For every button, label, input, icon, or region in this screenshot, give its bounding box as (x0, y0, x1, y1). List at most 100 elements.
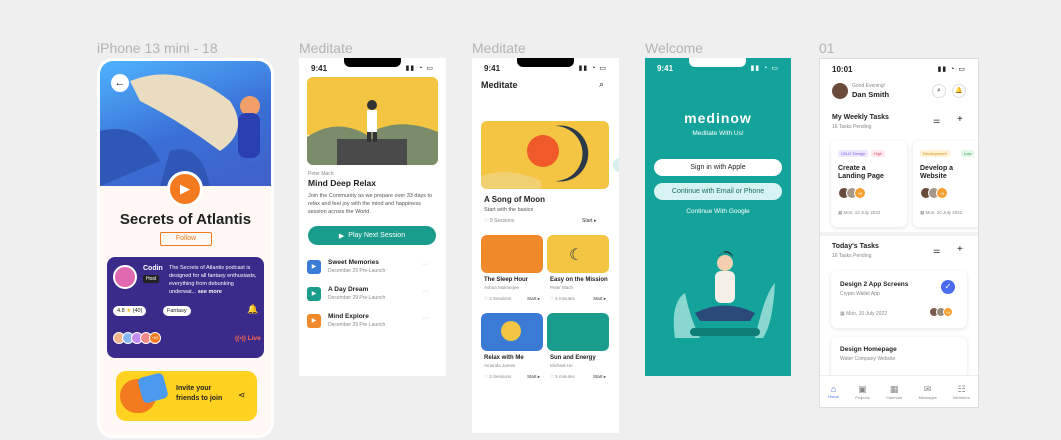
session-list-item[interactable]: ▶ Mind Explore December 29 Pre-Launch ··· (307, 312, 438, 332)
session-title: Mind Deep Relax (308, 178, 377, 188)
sign-in-apple-button[interactable]: Sign in with Apple (654, 159, 782, 176)
meditation-card[interactable] (547, 313, 609, 351)
frame-label: Meditate (299, 40, 353, 56)
status-icons: ▮▮ ◔ ▭ (578, 65, 607, 72)
weekly-task-card[interactable]: Development Low Develop a Website +5 ▦ Mon, … (913, 141, 978, 227)
avatar (113, 265, 137, 289)
meditation-illustration (673, 251, 775, 338)
nav-label: Home (828, 394, 839, 399)
follow-button[interactable]: Follow (160, 232, 212, 246)
moon-icon: ☾ (569, 247, 584, 264)
card-title: The Sleep Hour (484, 277, 529, 283)
more-icon[interactable]: ··· (422, 315, 429, 322)
play-icon[interactable]: ▶ (307, 314, 321, 328)
notch (517, 58, 574, 67)
more-icon[interactable]: ··· (422, 288, 429, 295)
author: Peter Mach (308, 171, 334, 177)
nav-item-messages[interactable]: ✉ Messages (919, 384, 937, 400)
heart-icon[interactable]: ♡ (484, 218, 488, 224)
nav-label: Calendar (885, 394, 903, 400)
frame-label: Meditate (472, 40, 526, 56)
add-icon[interactable]: + (957, 244, 963, 255)
card-start-link[interactable]: Start ▸ (527, 296, 540, 302)
bell-icon[interactable]: 🔔 (247, 304, 258, 315)
card-start-link[interactable]: Start ▸ (527, 374, 540, 380)
status-time: 9:41 (311, 64, 328, 73)
nav-icon: ✉ (923, 383, 932, 394)
play-button[interactable]: ▶ (167, 171, 203, 207)
card-meta: ♡ 5 minutes (550, 374, 575, 379)
play-icon[interactable]: ▶ (307, 260, 321, 274)
filter-icon[interactable]: ⚌ (933, 116, 940, 125)
session-list-item[interactable]: ▶ A Day Dream December 29 Pre-Launch ··· (307, 285, 438, 305)
nav-item-members[interactable]: ☷ Members (953, 384, 970, 400)
check-icon[interactable]: ✓ (941, 280, 955, 294)
nav-label: Projects (855, 394, 870, 400)
status-icons: ▮▮ ◔ ▭ (405, 65, 434, 72)
add-icon[interactable]: + (957, 114, 963, 125)
task-subtitle: Water Company Website (840, 356, 896, 362)
meditation-card[interactable] (481, 235, 543, 273)
card-author: Micheal Hu (550, 363, 573, 368)
continue-google-link[interactable]: Continue With Google (645, 208, 791, 215)
nav-label: Members (953, 394, 970, 400)
continue-email-button[interactable]: Continue with Email or Phone (654, 183, 782, 200)
play-next-session-button[interactable]: ▶ Play Next Session (308, 226, 436, 245)
nav-item-home[interactable]: ⌂ Home (828, 384, 839, 399)
nav-item-projects[interactable]: ▣ Projects (855, 384, 869, 400)
see-more-link[interactable]: see more (198, 289, 222, 295)
nav-icon: ▣ (858, 383, 867, 394)
filter-chip[interactable]: Noven (613, 158, 619, 172)
card-start-link[interactable]: Start ▸ (593, 374, 606, 380)
session-item-subtitle: December 29 Pre-Launch (328, 295, 386, 301)
featured-title: A Song of Moon (484, 195, 546, 204)
nav-item-calendar[interactable]: ▦ Calendar (886, 384, 902, 400)
featured-start-link[interactable]: Start ▸ (582, 218, 596, 224)
play-icon: ▶ (338, 232, 345, 240)
task-title: Develop a Website (920, 165, 954, 180)
meditate-detail-screen: 9:41 ▮▮ ◔ ▭ Peter Mach Mind Deep Relax Jo… (299, 58, 446, 376)
nav-icon: ☷ (957, 383, 966, 394)
session-item-subtitle: December 29 Pre-Launch (328, 322, 386, 328)
listener-avatars: +60 (113, 332, 161, 344)
meditation-card[interactable] (481, 313, 543, 351)
today-subtitle: 16 Tasks Pending (832, 253, 872, 259)
today-task-card[interactable]: Design 2 App Screens Crypto Wallet App ✓… (831, 271, 967, 328)
status-time: 10:01 (832, 65, 853, 74)
task-date: ▦ Mon, 10 July 2022 (840, 311, 887, 317)
bell-icon[interactable]: 🔔 (952, 84, 966, 98)
nav-label: Messages (918, 394, 937, 400)
back-button[interactable]: ← (111, 74, 129, 92)
status-time: 9:41 (657, 64, 674, 73)
more-icon[interactable]: ··· (422, 261, 429, 268)
card-author: Ashna Mukherjee (484, 285, 520, 290)
nav-icon: ⌂ (830, 384, 837, 394)
session-item-title: Sweet Memories (328, 259, 379, 266)
bottom-nav: ⌂ Home ▣ Projects ▦ Calendar ✉ Messages ☷ Members (820, 375, 978, 407)
today-task-card[interactable]: Design Homepage Water Company Website (831, 337, 967, 377)
search-icon[interactable]: ⌕ (932, 84, 946, 98)
session-item-title: A Day Dream (328, 286, 369, 293)
filter-icon[interactable]: ⚌ (933, 246, 940, 255)
meditation-card[interactable]: ☾ (547, 235, 609, 273)
session-list-item[interactable]: ▶ Sweet Memories December 29 Pre-Launch ··· (307, 258, 438, 278)
host-name: Codin (143, 265, 163, 272)
search-icon[interactable]: ⌕ (599, 79, 604, 90)
invite-banner[interactable]: Invite your friends to join ⋖ (116, 371, 257, 421)
play-icon[interactable]: ▶ (307, 287, 321, 301)
podcast-title: Secrets of Atlantis (119, 211, 252, 228)
hero-illustration (307, 77, 438, 165)
card-author: Amanda James (484, 363, 516, 368)
live-indicator: ((•)) Live (235, 335, 261, 342)
frame-label: iPhone 13 mini - 18 (97, 40, 218, 56)
card-start-link[interactable]: Start ▸ (593, 296, 606, 302)
assignee-count: +5 (943, 307, 953, 317)
podcast-screen: ← ▶ Secrets of Atlantis Follow Codin Hos… (97, 58, 274, 438)
share-icon[interactable]: ⋖ (238, 390, 246, 401)
nav-icon: ▦ (889, 383, 899, 394)
featured-illustration (481, 121, 609, 189)
listener-count: +60 (149, 332, 161, 344)
category-tag: Development (920, 150, 950, 157)
tagline: Meditate With Us! (692, 130, 744, 137)
weekly-task-card[interactable]: UI/UX Design High Create a Landing Page +5 ▦… (831, 141, 907, 227)
